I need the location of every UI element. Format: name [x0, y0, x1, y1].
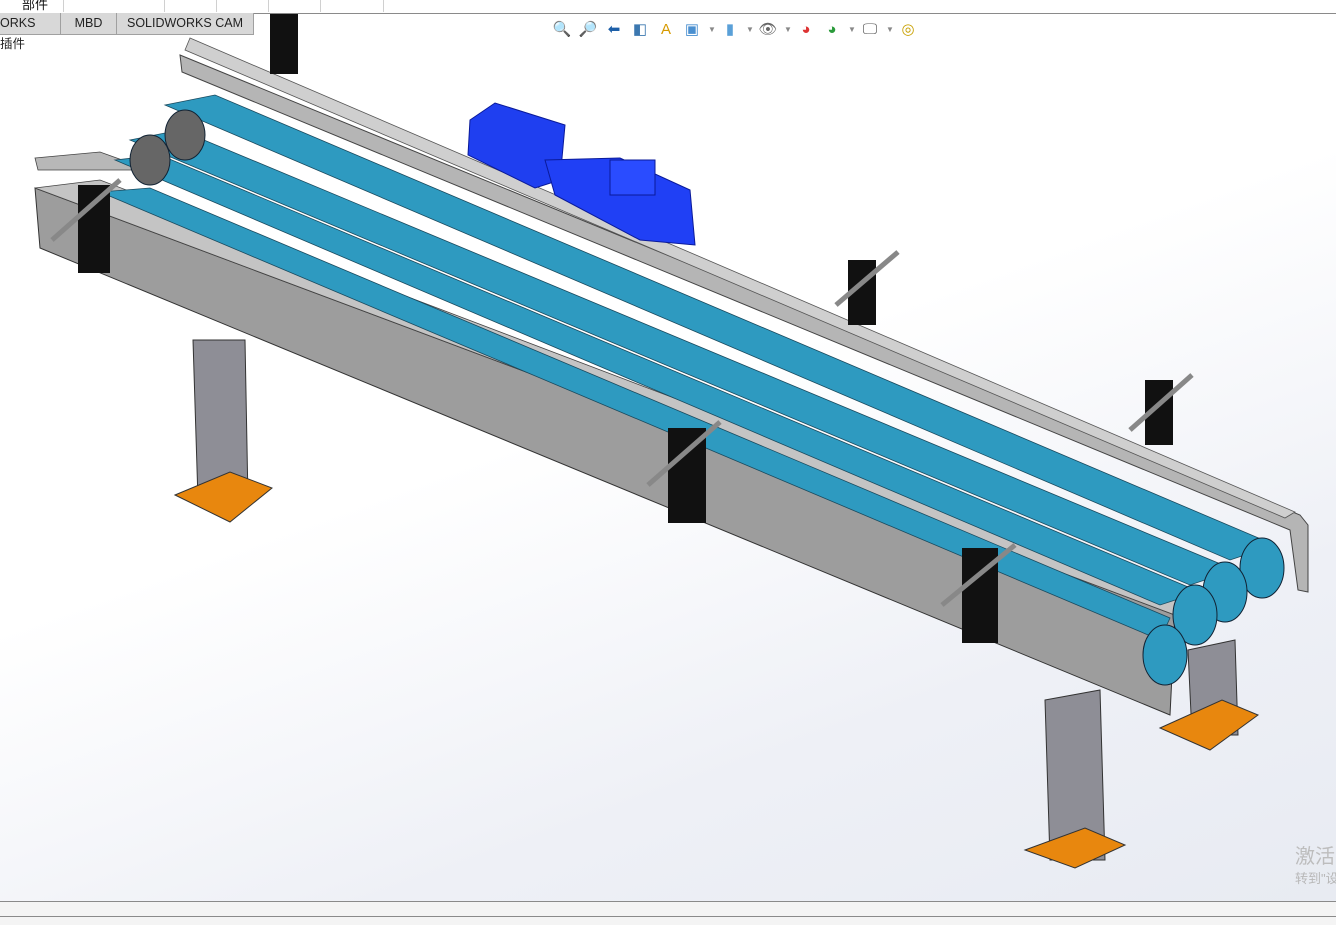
zoom-to-area-icon[interactable]: 🔎 — [578, 19, 598, 39]
activation-watermark: 激活 — [1295, 846, 1335, 868]
dropdown-arrow-icon[interactable]: ▼ — [848, 25, 856, 34]
command-manager-tabs: ORKS 插件 MBD SOLIDWORKS CAM — [0, 13, 254, 51]
dropdown-arrow-icon[interactable]: ▼ — [886, 25, 894, 34]
edit-appearance-icon[interactable]: ◕ — [796, 19, 816, 39]
conveyor-model[interactable] — [0, 0, 1336, 924]
status-bar — [0, 901, 1336, 925]
view-orientation-icon[interactable]: ▣ — [682, 19, 702, 39]
zoom-to-fit-icon[interactable]: 🔍 — [552, 19, 572, 39]
divider — [0, 916, 1336, 917]
dropdown-arrow-icon[interactable]: ▼ — [708, 25, 716, 34]
dynamic-annotation-view-icon[interactable]: A — [656, 19, 676, 39]
previous-view-icon[interactable]: ⬅ — [604, 19, 624, 39]
conveyor-belts — [99, 94, 1277, 641]
view-settings-icon[interactable]: 🖵 — [860, 19, 880, 39]
dropdown-arrow-icon[interactable]: ▼ — [746, 25, 754, 34]
tab-mbd[interactable]: MBD — [60, 13, 117, 35]
measure-icon[interactable]: ◎ — [898, 19, 918, 39]
activation-watermark-subtext: 转到"设 — [1295, 871, 1336, 886]
dropdown-arrow-icon[interactable]: ▼ — [784, 25, 792, 34]
display-style-icon[interactable]: ▮ — [720, 19, 740, 39]
tab-solidworks-addins[interactable]: ORKS 插件 — [0, 13, 61, 51]
tab-solidworks-cam[interactable]: SOLIDWORKS CAM — [116, 13, 254, 35]
section-view-icon[interactable]: ◧ — [630, 19, 650, 39]
apply-scene-icon[interactable]: ◕ — [822, 19, 842, 39]
heads-up-view-toolbar: 🔍 🔎 ⬅ ◧ A ▣ ▼ ▮ ▼ 👁 ▼ ◕ ◕ ▼ 🖵 ▼ ◎ — [552, 17, 918, 41]
hide-show-items-icon[interactable]: 👁 — [758, 19, 778, 39]
